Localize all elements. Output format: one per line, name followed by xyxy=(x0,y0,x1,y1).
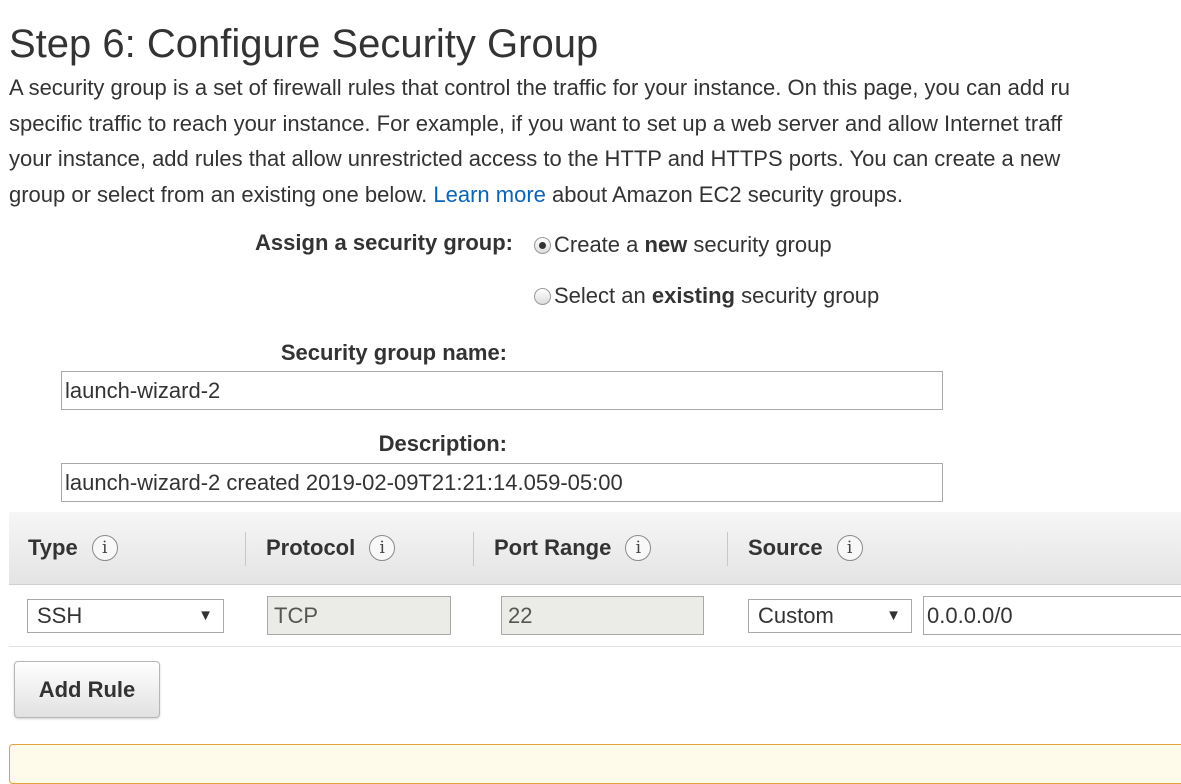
page-title: Step 6: Configure Security Group xyxy=(9,22,599,66)
type-info-icon[interactable]: i xyxy=(91,535,118,561)
column-divider xyxy=(473,532,474,566)
intro-text: A security group is a set of firewall ru… xyxy=(9,70,1181,212)
protocol-info-icon[interactable]: i xyxy=(369,535,396,561)
select-existing-radio[interactable] xyxy=(534,287,551,305)
intro-text-before-link: group or select from an existing one bel… xyxy=(9,181,428,207)
port-range-info-icon[interactable]: i xyxy=(625,535,652,561)
description-label: Description: xyxy=(378,431,507,456)
source-cidr-input[interactable]: 0.0.0.0/0 xyxy=(923,596,1181,635)
warning-box xyxy=(9,744,1181,784)
column-divider xyxy=(245,532,246,566)
type-column-header: Type i xyxy=(28,512,118,584)
rule-type-value: SSH xyxy=(37,603,83,628)
protocol-field: TCP xyxy=(267,596,451,635)
learn-more-link[interactable]: Learn more xyxy=(433,182,546,207)
create-new-radio[interactable] xyxy=(534,236,551,254)
source-type-select[interactable]: Custom ▼ xyxy=(748,599,912,633)
intro-line: A security group is a set of firewall ru… xyxy=(9,75,1071,100)
select-existing-label: Select an existing security group xyxy=(554,283,880,308)
description-input[interactable]: launch-wizard-2 created 2019-02-09T21:21… xyxy=(61,463,943,502)
protocol-column-header: Protocol i xyxy=(266,512,396,584)
add-rule-button[interactable]: Add Rule xyxy=(14,661,160,718)
column-divider xyxy=(727,532,728,566)
select-existing-group-option[interactable]: Select an existing security group xyxy=(534,283,879,309)
create-new-group-option[interactable]: Create a new security group xyxy=(534,232,832,258)
create-new-label: Create a new security group xyxy=(554,232,832,257)
chevron-down-icon: ▼ xyxy=(886,607,901,624)
source-type-value: Custom xyxy=(758,603,834,628)
intro-line: specific traffic to reach your instance.… xyxy=(9,110,1063,136)
table-row: SSH ▼ TCP 22 Custom ▼ 0.0.0.0/0 xyxy=(9,585,1181,647)
port-range-field: 22 xyxy=(501,596,704,635)
intro-line: group or select from an existing one bel… xyxy=(9,177,1181,213)
source-info-icon[interactable]: i xyxy=(836,535,863,561)
intro-text-after-link: about Amazon EC2 security groups. xyxy=(552,181,903,207)
rules-table-header: Type i Protocol i Port Range i Source i xyxy=(9,512,1181,585)
chevron-down-icon: ▼ xyxy=(198,607,213,624)
port-range-column-header: Port Range i xyxy=(494,512,652,584)
source-column-header: Source i xyxy=(748,512,863,584)
security-group-name-label: Security group name: xyxy=(280,340,507,365)
security-group-name-input[interactable]: launch-wizard-2 xyxy=(61,371,943,410)
intro-line: your instance, add rules that allow unre… xyxy=(9,146,1061,171)
rule-type-select[interactable]: SSH ▼ xyxy=(27,599,224,633)
assign-security-group-label: Assign a security group: xyxy=(255,230,513,255)
